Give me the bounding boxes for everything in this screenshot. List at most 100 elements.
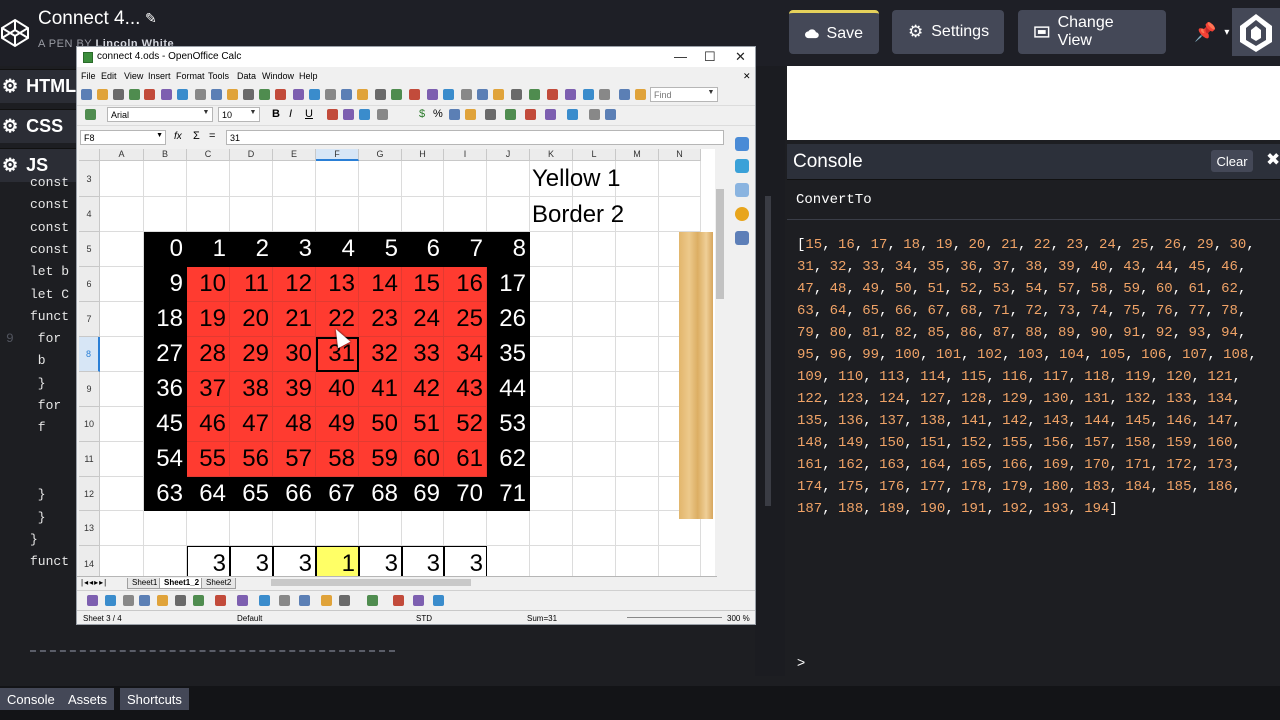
grid-cell[interactable] bbox=[100, 546, 144, 576]
toolbar-icon[interactable] bbox=[449, 109, 460, 120]
grid-cell[interactable] bbox=[100, 477, 144, 511]
drop-count-cell[interactable]: 3 bbox=[444, 546, 487, 576]
toolbar-icon[interactable] bbox=[97, 89, 108, 100]
grid-cell[interactable] bbox=[573, 477, 616, 511]
grid-cell[interactable] bbox=[144, 546, 187, 576]
code-line[interactable] bbox=[0, 443, 82, 465]
board-cell[interactable]: 55 bbox=[187, 442, 230, 477]
assets-button[interactable]: Assets bbox=[61, 688, 115, 710]
toolbar-icon[interactable] bbox=[485, 109, 496, 120]
grid-cell[interactable] bbox=[402, 511, 444, 546]
toolbar-icon[interactable] bbox=[477, 89, 488, 100]
toolbar-icon[interactable] bbox=[309, 89, 320, 100]
sheet-tab-1[interactable]: Sheet1 bbox=[127, 578, 163, 589]
board-cell[interactable]: 52 bbox=[444, 407, 487, 442]
menu-window[interactable]: Window bbox=[262, 71, 294, 81]
grid-cell[interactable] bbox=[444, 197, 487, 232]
code-line[interactable]: const bbox=[0, 175, 82, 197]
board-cell[interactable]: 2 bbox=[230, 232, 273, 267]
row-header-13[interactable]: 13 bbox=[79, 511, 100, 546]
grid-cell[interactable] bbox=[573, 267, 616, 302]
console-prompt[interactable]: > bbox=[797, 654, 805, 670]
chevron-down-icon[interactable]: ▼ bbox=[156, 132, 163, 139]
board-cell[interactable]: 18 bbox=[144, 302, 187, 337]
label-yellow[interactable]: Yellow 1 bbox=[532, 165, 621, 193]
board-cell[interactable]: 8 bbox=[487, 232, 530, 267]
board-cell[interactable]: 23 bbox=[359, 302, 402, 337]
sheet-tab-3[interactable]: Sheet2 bbox=[201, 578, 237, 589]
board-cell[interactable]: 49 bbox=[316, 407, 359, 442]
toolbar-icon[interactable] bbox=[327, 109, 338, 120]
grid-cell[interactable] bbox=[402, 161, 444, 197]
toolbar-icon[interactable] bbox=[465, 109, 476, 120]
board-cell[interactable]: 44 bbox=[487, 372, 530, 407]
board-cell[interactable]: 0 bbox=[144, 232, 187, 267]
grid-cell[interactable] bbox=[530, 372, 573, 407]
board-cell[interactable]: 28 bbox=[187, 337, 230, 372]
vertical-scrollbar[interactable] bbox=[715, 149, 725, 576]
board-cell[interactable]: 66 bbox=[273, 477, 316, 511]
toolbar-icon[interactable] bbox=[565, 89, 576, 100]
grid-cell[interactable] bbox=[616, 407, 659, 442]
toolbar-icon[interactable] bbox=[589, 109, 600, 120]
grid-cell[interactable] bbox=[573, 302, 616, 337]
grid-cell[interactable] bbox=[230, 197, 273, 232]
grid-cell[interactable] bbox=[100, 337, 144, 372]
board-cell[interactable]: 54 bbox=[144, 442, 187, 477]
grid-cell[interactable] bbox=[616, 337, 659, 372]
grid-cell[interactable] bbox=[530, 267, 573, 302]
bold-button[interactable]: B bbox=[272, 108, 280, 120]
toolbar-icon[interactable] bbox=[129, 89, 140, 100]
board-cell[interactable]: 61 bbox=[444, 442, 487, 477]
menu-view[interactable]: View bbox=[124, 71, 143, 81]
gear-icon[interactable]: ⚙ bbox=[2, 76, 18, 97]
code-line[interactable]: const bbox=[0, 197, 82, 219]
grid-cell[interactable] bbox=[616, 232, 659, 267]
grid-cell[interactable] bbox=[616, 302, 659, 337]
toolbar-icon[interactable] bbox=[583, 89, 594, 100]
drawing-tool-icon[interactable] bbox=[299, 595, 310, 606]
grid-cell[interactable] bbox=[487, 197, 530, 232]
board-cell[interactable]: 1 bbox=[187, 232, 230, 267]
grid-cell[interactable] bbox=[100, 267, 144, 302]
grid-cell[interactable] bbox=[316, 161, 359, 197]
board-cell[interactable]: 48 bbox=[273, 407, 316, 442]
board-cell[interactable]: 7 bbox=[444, 232, 487, 267]
italic-button[interactable]: I bbox=[289, 108, 292, 120]
drop-count-cell[interactable]: 1 bbox=[316, 546, 359, 576]
drawing-tool-icon[interactable] bbox=[193, 595, 204, 606]
menu-tools[interactable]: Tools bbox=[208, 71, 229, 81]
grid-cell[interactable] bbox=[530, 232, 573, 267]
grid-cell[interactable] bbox=[230, 511, 273, 546]
toolbar-icon[interactable] bbox=[325, 89, 336, 100]
console-tab-button[interactable]: Console bbox=[0, 688, 62, 710]
grid-cell[interactable] bbox=[100, 407, 144, 442]
row-header-6[interactable]: 6 bbox=[79, 267, 100, 302]
grid-cell[interactable] bbox=[402, 197, 444, 232]
column-header-l[interactable]: L bbox=[573, 149, 616, 161]
board-cell[interactable]: 33 bbox=[402, 337, 444, 372]
functions-icon[interactable] bbox=[735, 231, 749, 245]
column-header-j[interactable]: J bbox=[487, 149, 530, 161]
css-editor-header[interactable]: ⚙ CSS bbox=[0, 109, 82, 143]
grid-cell[interactable] bbox=[616, 442, 659, 477]
grid-corner[interactable] bbox=[79, 149, 100, 161]
board-cell[interactable]: 9 bbox=[144, 267, 187, 302]
board-cell[interactable]: 6 bbox=[402, 232, 444, 267]
grid-cell[interactable] bbox=[273, 161, 316, 197]
board-cell[interactable]: 58 bbox=[316, 442, 359, 477]
grid-cell[interactable] bbox=[616, 372, 659, 407]
toolbar-icon[interactable] bbox=[341, 89, 352, 100]
pencil-icon[interactable]: ✎ bbox=[145, 10, 157, 27]
grid-cell[interactable] bbox=[230, 161, 273, 197]
grid-cell[interactable] bbox=[187, 161, 230, 197]
save-button[interactable]: Save bbox=[789, 10, 879, 54]
code-line[interactable]: funct bbox=[0, 554, 82, 576]
grid-cell[interactable] bbox=[100, 197, 144, 232]
menu-insert[interactable]: Insert bbox=[148, 71, 171, 81]
toolbar-icon[interactable] bbox=[599, 89, 610, 100]
grid-cell[interactable] bbox=[530, 546, 573, 576]
formula-input[interactable]: 31 bbox=[226, 130, 724, 145]
properties-icon[interactable] bbox=[735, 137, 749, 151]
grid-cell[interactable] bbox=[100, 302, 144, 337]
